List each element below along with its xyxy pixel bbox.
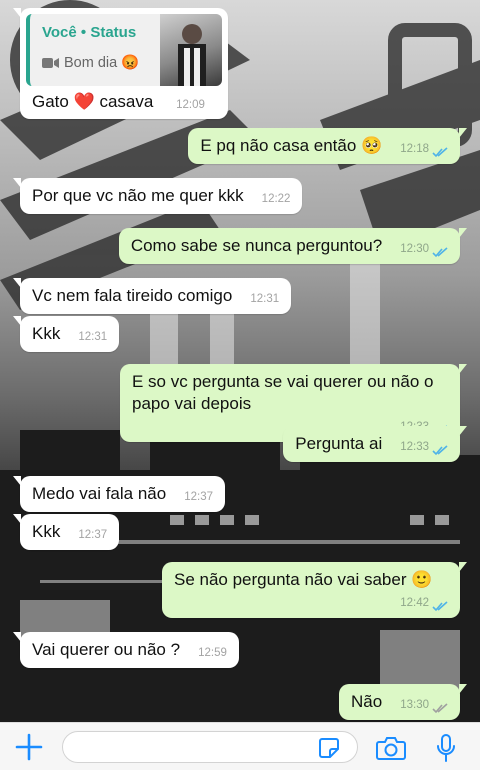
message-outgoing[interactable]: Pergunta ai 12:33: [283, 426, 467, 462]
quoted-status-preview: Bom dia 😡: [42, 52, 139, 74]
message-incoming[interactable]: Por que vc não me quer kkk 12:22: [12, 178, 303, 214]
video-icon: [42, 58, 59, 68]
message-text: Vai querer ou não ?: [32, 640, 181, 659]
message-text: Medo vai fala não: [32, 484, 167, 503]
message-time: 13:30: [400, 699, 429, 711]
quoted-status-author: Você • Status: [42, 24, 137, 41]
read-ticks-icon: [432, 147, 448, 158]
message-time: 12:37: [184, 491, 213, 503]
sticker-icon[interactable]: [318, 737, 340, 759]
message-text: Não: [351, 692, 383, 711]
message-incoming[interactable]: Vai querer ou não ? 12:59: [13, 632, 239, 668]
message-text: Por que vc não me quer kkk: [32, 186, 244, 205]
message-text: E pq não casa então 🥺: [200, 136, 383, 155]
message-time: 12:31: [78, 331, 108, 343]
message-incoming[interactable]: Kkk 12:37: [12, 514, 120, 550]
message-time: 12:33: [400, 441, 429, 453]
quoted-status-text: Bom dia 😡: [64, 55, 140, 71]
message-text: Se não pergunta não vai saber 🙂: [174, 570, 433, 589]
message-time: 12:59: [198, 647, 227, 659]
read-ticks-icon: [432, 247, 448, 258]
message-outgoing[interactable]: Como sabe se nunca perguntou? 12:30: [118, 228, 468, 264]
status-thumbnail: [160, 14, 222, 86]
message-time: 12:18: [400, 143, 429, 155]
message-text: Como sabe se nunca perguntou?: [130, 236, 383, 255]
message-time: 12:30: [400, 243, 429, 255]
camera-icon[interactable]: [376, 735, 406, 761]
message-outgoing[interactable]: E pq não casa então 🥺 12:18: [188, 128, 467, 164]
read-ticks-icon: [432, 445, 448, 456]
plus-icon[interactable]: [14, 732, 44, 762]
message-incoming[interactable]: Kkk 12:31: [12, 316, 120, 352]
message-time: 12:31: [250, 293, 280, 305]
message-input[interactable]: [62, 731, 358, 763]
message-time: 12:09: [176, 99, 205, 111]
message-text: Kkk: [32, 324, 61, 343]
message-time: 12:37: [78, 529, 108, 541]
quoted-status[interactable]: Você • Status Bom dia 😡: [26, 14, 222, 86]
message-text: E so vc pergunta se vai querer ou não o …: [132, 372, 434, 413]
message-outgoing[interactable]: Se não pergunta não vai saber 🙂 12:42: [162, 562, 467, 618]
message-text: Kkk: [32, 522, 61, 541]
message-outgoing[interactable]: Não 13:30: [339, 684, 467, 720]
message-incoming[interactable]: Medo vai fala não 12:37: [13, 476, 225, 512]
message-text: Vc nem fala tireido comigo: [32, 286, 233, 305]
status-reply-message[interactable]: Você • Status Bom dia 😡 Gato ❤️ casava 1…: [13, 8, 228, 119]
message-text: Gato ❤️ casava: [32, 92, 154, 111]
delivered-ticks-icon: [432, 703, 448, 714]
message-text: Pergunta ai: [295, 434, 383, 453]
read-ticks-icon: [432, 601, 448, 612]
message-incoming[interactable]: Vc nem fala tireido comigo 12:31: [12, 278, 292, 314]
microphone-icon[interactable]: [436, 733, 456, 763]
message-time: 12:22: [261, 193, 291, 205]
message-time: 12:42: [400, 597, 429, 609]
message-input-bar: [0, 722, 480, 770]
